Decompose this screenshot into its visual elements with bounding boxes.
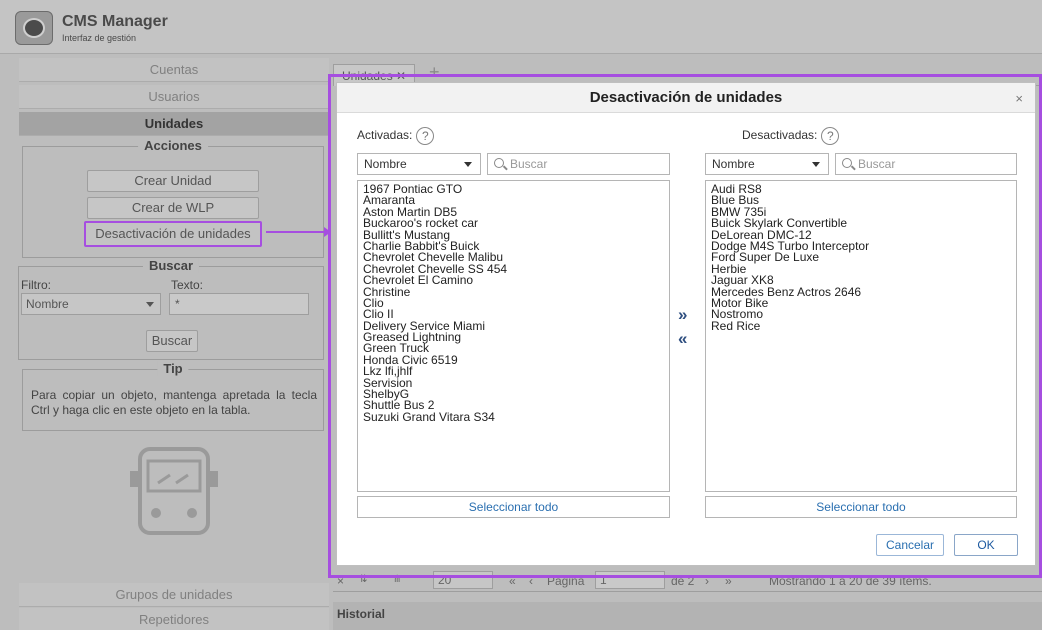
tip-panel: Tip Para copiar un objeto, mantenga apre… — [22, 361, 324, 431]
sidebar: Cuentas Usuarios Unidades Acciones Crear… — [18, 58, 329, 630]
filter-select-value: Nombre — [26, 297, 69, 311]
sidebar-item-unidades[interactable]: Unidades — [19, 112, 329, 136]
actions-panel: Acciones Crear Unidad Crear de WLP Desac… — [22, 138, 324, 258]
dialog-title: Desactivación de unidades — [589, 89, 783, 106]
activated-search-placeholder: Buscar — [510, 157, 548, 171]
activated-label-group: Activadas:? — [357, 127, 435, 145]
chevron-down-icon — [146, 302, 154, 307]
list-item[interactable]: Clio — [363, 297, 664, 309]
tip-legend: Tip — [157, 361, 189, 376]
move-left-button[interactable]: « — [678, 329, 687, 349]
annotation-connector — [266, 231, 330, 233]
ok-button[interactable]: OK — [954, 534, 1018, 556]
text-input[interactable]: * — [169, 293, 309, 315]
create-unit-button[interactable]: Crear Unidad — [87, 170, 259, 192]
close-icon[interactable]: × — [1015, 91, 1023, 106]
list-item[interactable]: Suzuki Grand Vitara S34 — [363, 411, 664, 423]
chevron-down-icon — [464, 162, 472, 167]
app-subtitle: Interfaz de gestión — [62, 33, 137, 43]
list-item[interactable]: Christine — [363, 285, 664, 298]
search-legend: Buscar — [142, 258, 200, 273]
activated-search-input[interactable]: Buscar — [487, 153, 670, 175]
text-label: Texto: — [171, 278, 204, 292]
search-icon — [494, 158, 504, 168]
deactivation-dialog: Desactivación de unidades × Activadas:? … — [336, 82, 1036, 566]
app-header: CMS Manager Interfaz de gestión — [0, 0, 1042, 54]
activated-list[interactable]: 1967 Pontiac GTO Amaranta Aston Martin DB5… — [357, 180, 670, 492]
deactivated-search-placeholder: Buscar — [858, 157, 896, 171]
deactivate-units-button[interactable]: Desactivación de unidades — [84, 221, 262, 247]
search-panel: Buscar Filtro: Texto: Nombre * Buscar — [18, 258, 324, 360]
filter-label: Filtro: — [21, 278, 51, 292]
cancel-button[interactable]: Cancelar — [876, 534, 944, 556]
deactivated-filter-value: Nombre — [712, 157, 755, 171]
activated-filter-select[interactable]: Nombre — [357, 153, 481, 175]
deactivated-filter-select[interactable]: Nombre — [705, 153, 829, 175]
move-right-button[interactable]: » — [678, 305, 687, 325]
activated-select-all-button[interactable]: Seleccionar todo — [357, 496, 670, 518]
dialog-header: Desactivación de unidades × — [337, 83, 1035, 113]
logo-icon — [15, 11, 53, 45]
sidebar-item-cuentas[interactable]: Cuentas — [19, 58, 329, 82]
filter-select[interactable]: Nombre — [21, 293, 161, 315]
help-icon[interactable]: ? — [416, 127, 435, 145]
sidebar-item-usuarios[interactable]: Usuarios — [19, 85, 329, 109]
list-item[interactable]: Ford Super De Luxe — [711, 251, 1011, 263]
activated-label: Activadas: — [357, 128, 413, 143]
help-icon[interactable]: ? — [821, 127, 840, 145]
deactivated-list[interactable]: Audi RS8 Blue Bus BMW 735i Buick Skylark Co… — [705, 180, 1017, 492]
sidebar-item-grupos[interactable]: Grupos de unidades — [19, 583, 329, 607]
deactivated-label-group: Desactivadas:? — [742, 127, 840, 145]
sidebar-item-repetidores[interactable]: Repetidores — [19, 608, 329, 630]
activated-filter-value: Nombre — [364, 157, 407, 171]
chevron-down-icon — [812, 162, 820, 167]
deactivated-select-all-button[interactable]: Seleccionar todo — [705, 496, 1017, 518]
app-title: CMS Manager — [62, 13, 168, 30]
tip-text: Para copiar un objeto, mantenga apretada… — [31, 388, 317, 417]
historial-panel[interactable]: Historial — [333, 602, 1042, 630]
deactivated-search-input[interactable]: Buscar — [835, 153, 1017, 175]
search-button[interactable]: Buscar — [146, 330, 198, 352]
bus-icon — [130, 447, 218, 535]
actions-legend: Acciones — [138, 138, 208, 153]
deactivated-label: Desactivadas: — [742, 128, 818, 143]
list-item[interactable]: Red Rice — [711, 319, 1011, 332]
create-wlp-button[interactable]: Crear de WLP — [87, 197, 259, 219]
search-icon — [842, 158, 852, 168]
